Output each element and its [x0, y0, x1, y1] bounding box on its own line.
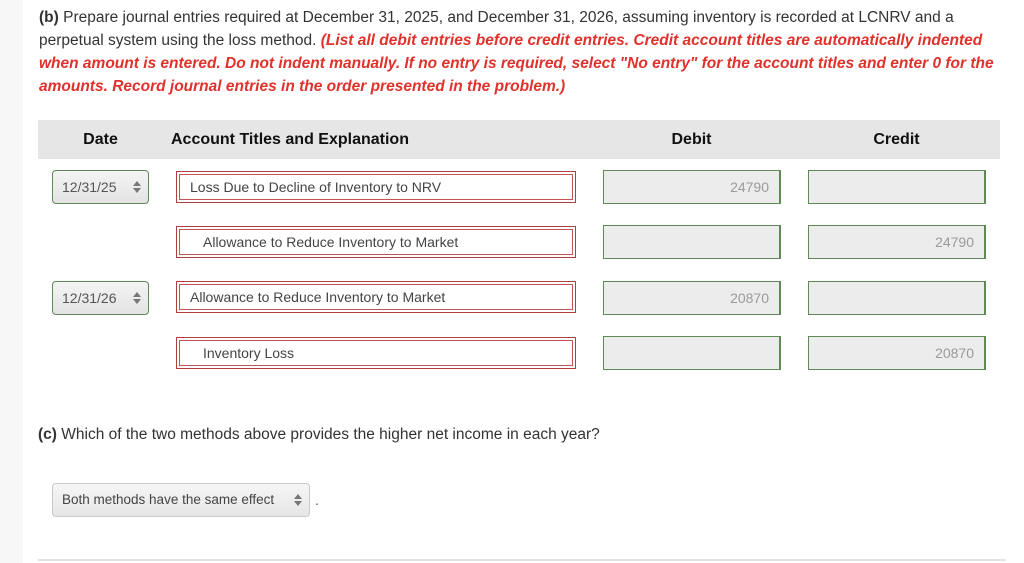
- account-title-value: Allowance to Reduce Inventory to Market: [179, 229, 573, 255]
- section-divider: [38, 559, 1006, 561]
- account-title-field[interactable]: Inventory Loss: [176, 337, 576, 369]
- credit-input[interactable]: [808, 281, 986, 315]
- debit-input[interactable]: 24790: [603, 170, 781, 204]
- credit-input[interactable]: [808, 170, 986, 204]
- part-c-answer-select[interactable]: Both methods have the same effect: [52, 483, 310, 517]
- part-c-text: Which of the two methods above provides …: [56, 426, 600, 443]
- header-account-titles: Account Titles and Explanation: [171, 131, 409, 148]
- header-date: Date: [83, 131, 118, 148]
- part-c-question: (c) Which of the two methods above provi…: [38, 426, 600, 444]
- account-title-value: Inventory Loss: [179, 340, 573, 366]
- debit-input[interactable]: [603, 225, 781, 259]
- header-debit: Debit: [671, 131, 712, 148]
- answer-selected-value: Both methods have the same effect: [62, 492, 275, 507]
- up-down-arrows-icon: [133, 180, 141, 194]
- account-title-value: Loss Due to Decline of Inventory to NRV: [179, 174, 573, 200]
- up-down-arrows-icon: [133, 291, 141, 305]
- header-credit: Credit: [873, 131, 920, 148]
- up-down-arrows-icon: [294, 493, 302, 507]
- answer-period: .: [315, 492, 319, 508]
- debit-input[interactable]: 20870: [603, 281, 781, 315]
- part-c-label: (c): [38, 426, 57, 443]
- date-value: 12/31/25: [62, 179, 117, 195]
- account-title-field[interactable]: Allowance to Reduce Inventory to Market: [176, 281, 576, 313]
- credit-input[interactable]: 20870: [808, 336, 986, 370]
- problem-panel: (b) Prepare journal entries required at …: [23, 0, 1024, 563]
- account-title-field[interactable]: Loss Due to Decline of Inventory to NRV: [176, 171, 576, 203]
- account-title-value: Allowance to Reduce Inventory to Market: [179, 284, 573, 310]
- credit-input[interactable]: 24790: [808, 225, 986, 259]
- date-value: 12/31/26: [62, 290, 117, 306]
- debit-input[interactable]: [603, 336, 781, 370]
- date-select-entry-2[interactable]: 12/31/26: [52, 281, 149, 315]
- part-b-label: (b): [39, 9, 59, 26]
- account-title-field[interactable]: Allowance to Reduce Inventory to Market: [176, 226, 576, 258]
- part-b-instructions: (b) Prepare journal entries required at …: [39, 6, 1014, 98]
- journal-table-header: Date Account Titles and Explanation Debi…: [38, 120, 1000, 159]
- date-select-entry-1[interactable]: 12/31/25: [52, 170, 149, 204]
